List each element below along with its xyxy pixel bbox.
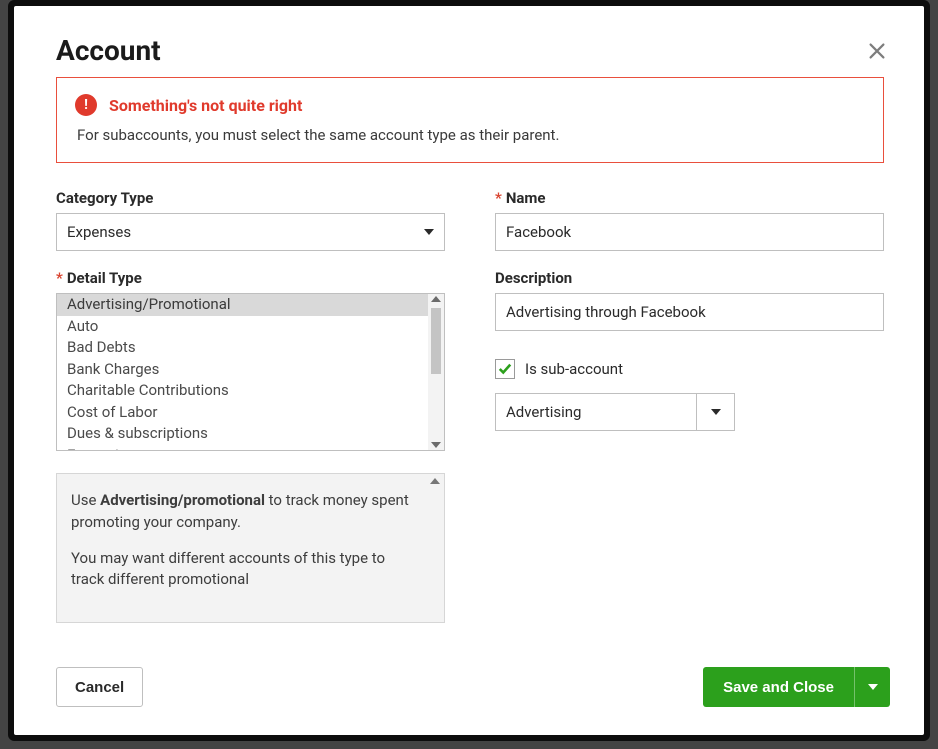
detail-type-option[interactable]: Cost of Labor [57,402,428,424]
sub-account-row: Is sub-account [495,359,884,379]
name-input[interactable] [506,223,873,241]
detail-type-option[interactable]: Auto [57,316,428,338]
category-type-value: Expenses [67,223,131,241]
right-column: *Name Description [495,189,884,623]
scroll-down-icon[interactable] [431,442,441,448]
modal-body-wrap: ! Something's not quite right For subacc… [14,77,924,647]
error-alert: ! Something's not quite right For subacc… [56,77,884,163]
modal-header: Account [14,6,924,77]
modal-body[interactable]: ! Something's not quite right For subacc… [56,77,902,647]
detail-type-option[interactable]: Advertising/Promotional [57,294,428,316]
detail-type-help: Use Advertising/promotional to track mon… [56,473,445,623]
alert-message: For subaccounts, you must select the sam… [75,126,865,144]
caret-down-icon [424,229,434,235]
category-type-label: Category Type [56,189,445,207]
caret-down-icon [868,684,878,690]
scroll-thumb[interactable] [431,308,441,374]
save-and-close-button[interactable]: Save and Close [703,667,854,707]
save-button-group: Save and Close [703,667,890,707]
caret-down-icon [711,409,721,415]
name-label: *Name [495,189,884,207]
cancel-button[interactable]: Cancel [56,667,143,707]
scroll-up-icon[interactable] [431,296,441,302]
sub-account-value: Advertising [496,394,696,430]
left-column: Category Type Expenses *Detail Type Adve… [56,189,445,623]
modal-footer: Cancel Save and Close [14,647,924,735]
scroll-up-icon[interactable] [430,478,440,484]
name-input-wrap [495,213,884,251]
category-type-field: Category Type Expenses [56,189,445,251]
name-field: *Name [495,189,884,251]
helpbox-scrollbar[interactable] [428,476,442,620]
detail-type-option[interactable]: Entertainment [57,445,428,451]
detail-type-field: *Detail Type Advertising/PromotionalAuto… [56,269,445,451]
description-input-wrap [495,293,884,331]
detail-type-label: *Detail Type [56,269,445,287]
detail-type-listbox[interactable]: Advertising/PromotionalAutoBad DebtsBank… [56,293,445,451]
detail-type-option[interactable]: Bad Debts [57,337,428,359]
detail-type-option[interactable]: Charitable Contributions [57,380,428,402]
detail-type-option[interactable]: Bank Charges [57,359,428,381]
account-modal: Account ! Something's not quite right Fo… [14,6,924,735]
modal-title: Account [56,34,161,67]
sub-account-select[interactable]: Advertising [495,393,735,431]
description-input[interactable] [506,303,873,321]
sub-account-label: Is sub-account [525,360,623,378]
category-type-select[interactable]: Expenses [56,213,445,251]
description-field: Description [495,269,884,331]
alert-icon: ! [75,94,97,116]
sub-account-select-caret[interactable] [696,394,734,430]
close-icon[interactable] [866,40,888,62]
help-paragraph-2: You may want different accounts of this … [71,548,420,592]
sub-account-checkbox[interactable] [495,359,515,379]
detail-type-option[interactable]: Dues & subscriptions [57,423,428,445]
help-paragraph-1: Use Advertising/promotional to track mon… [71,490,420,534]
alert-title: Something's not quite right [109,96,302,115]
save-dropdown-button[interactable] [854,667,890,707]
description-label: Description [495,269,884,287]
listbox-scrollbar[interactable] [428,294,444,450]
